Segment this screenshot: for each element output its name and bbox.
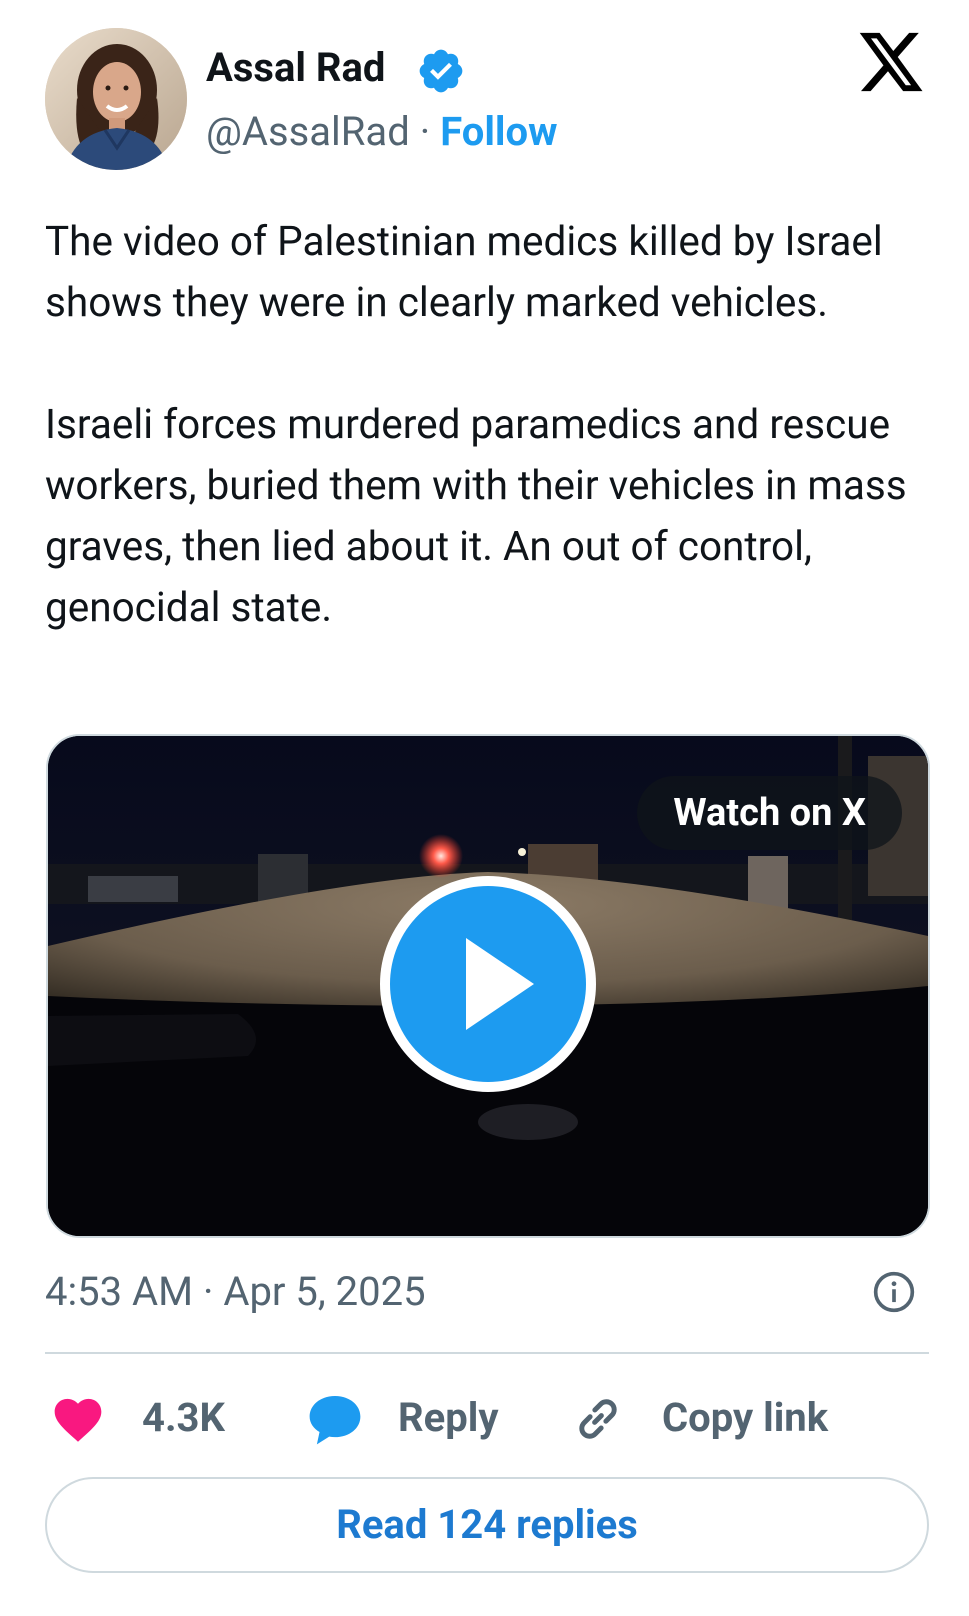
- avatar[interactable]: [45, 28, 187, 170]
- tweet-paragraph: The video of Palestinian medics killed b…: [45, 217, 883, 326]
- divider: [45, 1352, 929, 1354]
- copy-link-button[interactable]: Copy link: [570, 1386, 840, 1450]
- avatar-photo: [45, 28, 187, 170]
- follow-link[interactable]: Follow: [440, 108, 557, 155]
- reply-label: Reply: [398, 1394, 499, 1441]
- author-handle-row: @AssalRad · Follow: [206, 104, 557, 160]
- watch-on-x-button[interactable]: Watch on X: [637, 776, 902, 850]
- tweet-text: The video of Palestinian medics killed b…: [45, 211, 925, 638]
- copy-link-label: Copy link: [662, 1394, 829, 1441]
- reply-bubble-icon: [309, 1396, 361, 1445]
- heart-icon: [54, 1398, 102, 1442]
- separator-dot: ·: [419, 108, 431, 155]
- tweet-embed-card: Assal Rad @AssalRad · Follow The video of …: [0, 0, 969, 1616]
- tweet-timestamp[interactable]: 4:53 AM · Apr 5, 2025: [45, 1264, 426, 1320]
- video-player[interactable]: Watch on X: [46, 734, 930, 1238]
- x-logo-icon[interactable]: [856, 30, 926, 94]
- tweet-paragraph: Israeli forces murdered paramedics and r…: [45, 400, 907, 631]
- like-count: 4.3K: [142, 1394, 225, 1441]
- verified-badge-icon: [419, 49, 463, 93]
- play-icon: [466, 938, 534, 1030]
- author-handle[interactable]: @AssalRad: [206, 108, 410, 155]
- author-display-name[interactable]: Assal Rad: [206, 40, 385, 96]
- read-replies-button[interactable]: Read 124 replies: [45, 1477, 929, 1573]
- link-icon: [579, 1399, 617, 1439]
- info-icon[interactable]: [872, 1270, 916, 1314]
- play-button[interactable]: [380, 876, 596, 1092]
- like-button[interactable]: 4.3K: [50, 1386, 240, 1450]
- reply-button[interactable]: Reply: [306, 1386, 506, 1450]
